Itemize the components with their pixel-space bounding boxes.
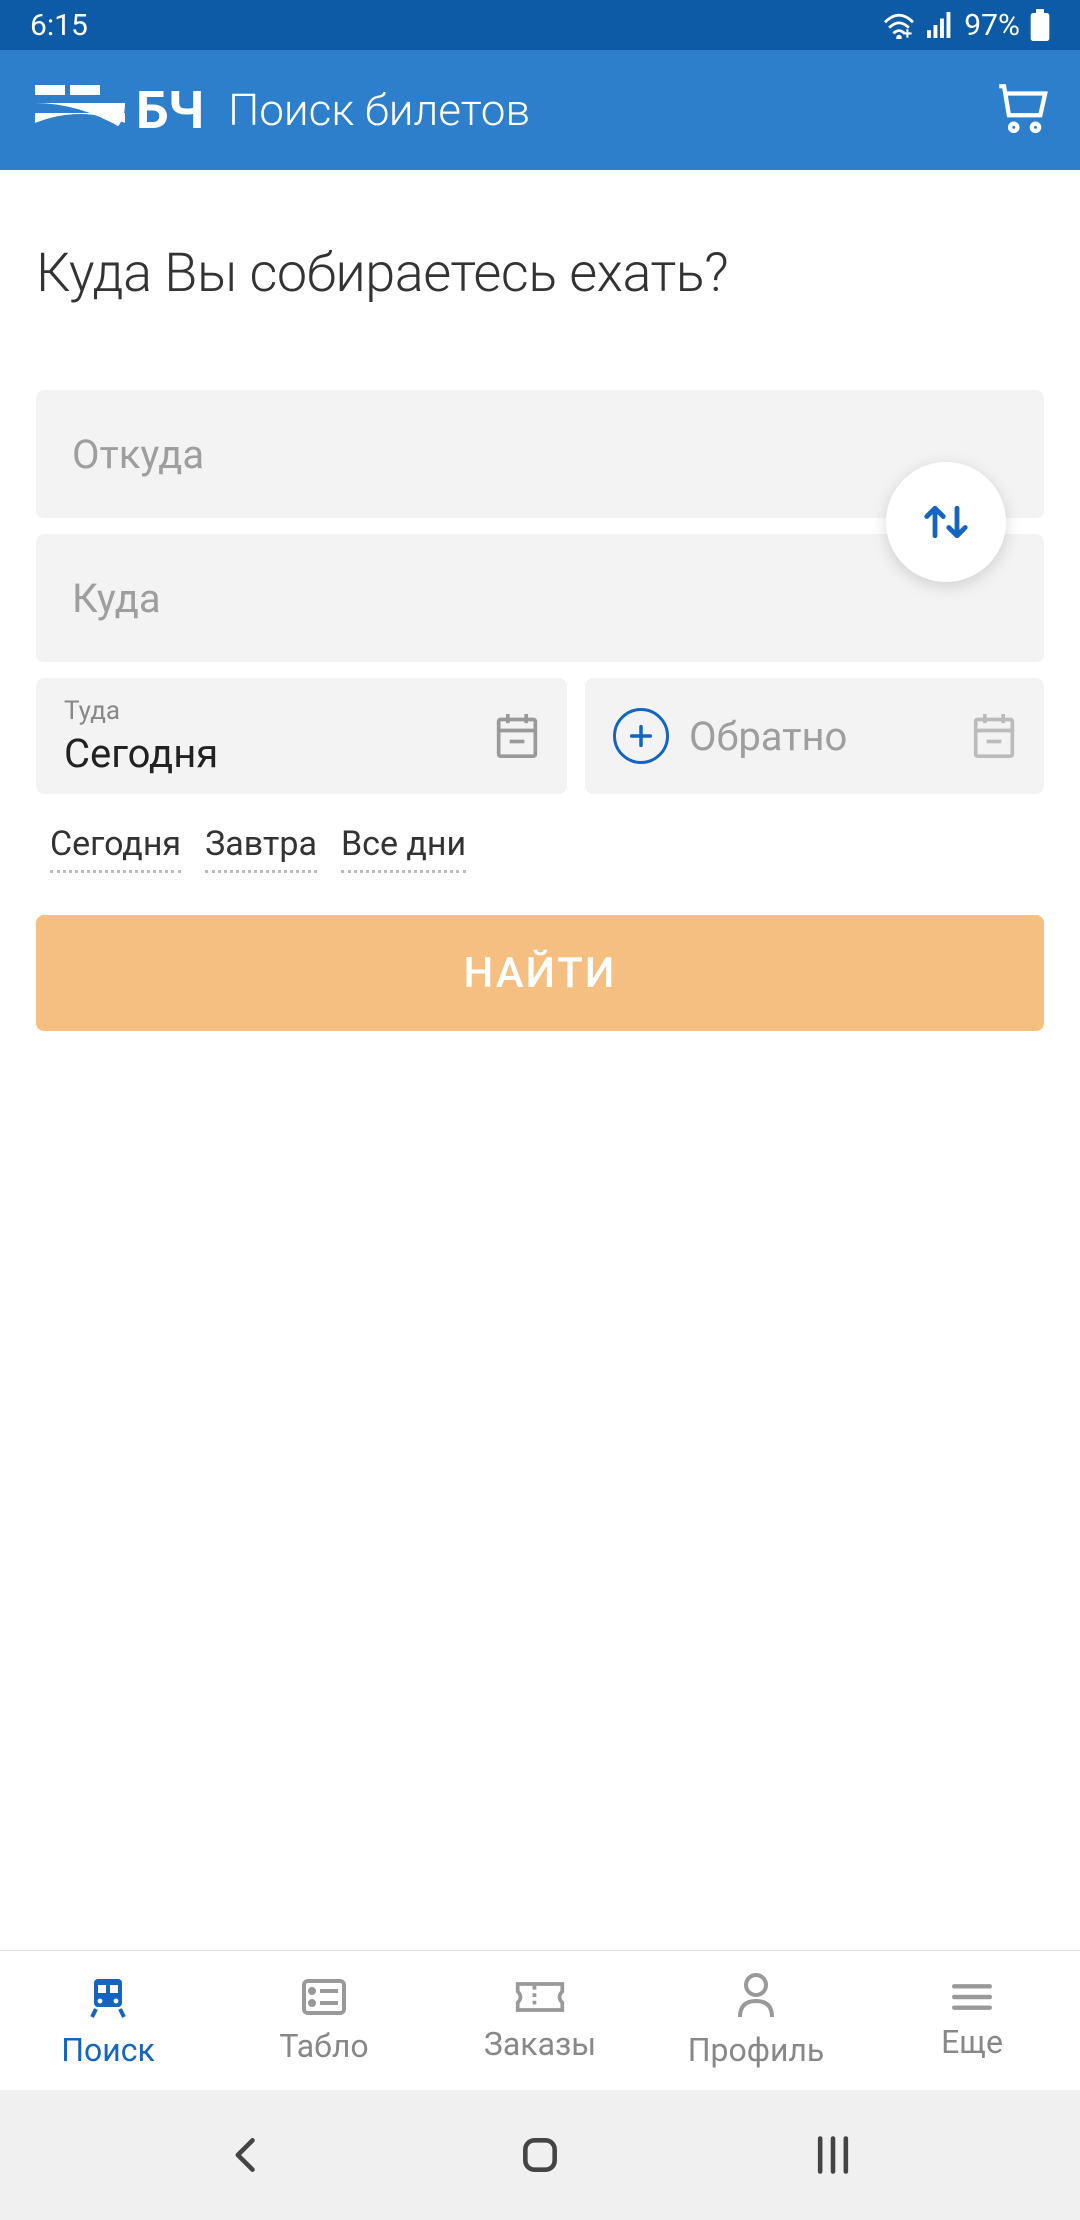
quick-date-tomorrow[interactable]: Завтра	[205, 824, 317, 873]
recents-button[interactable]	[811, 2133, 855, 2177]
back-button[interactable]	[225, 2133, 269, 2177]
nav-label-board: Табло	[279, 2027, 368, 2065]
page-heading: Куда Вы собираетесь ехать?	[36, 242, 1044, 305]
status-bar: 6:15 97%	[0, 0, 1080, 50]
system-nav	[0, 2090, 1080, 2220]
add-return-icon	[613, 708, 669, 764]
wifi-icon	[882, 11, 916, 39]
app-header: БЧ Поиск билетов	[0, 50, 1080, 170]
depart-value: Сегодня	[64, 730, 218, 777]
nav-label-search: Поиск	[61, 2031, 155, 2069]
quick-dates: Сегодня Завтра Все дни	[36, 824, 1044, 873]
main-content: Куда Вы собираетесь ехать? Откуда Куда Т…	[0, 170, 1080, 1950]
railway-logo-icon	[30, 75, 130, 145]
to-input[interactable]: Куда	[36, 534, 1044, 662]
app-logo: БЧ	[30, 75, 204, 145]
ticket-icon	[514, 1979, 566, 2015]
date-row: Туда Сегодня Обратно	[36, 678, 1044, 794]
profile-icon	[736, 1973, 776, 2021]
quick-date-today[interactable]: Сегодня	[50, 824, 181, 873]
menu-icon	[950, 1981, 994, 2013]
board-icon	[300, 1977, 348, 2017]
cart-icon	[992, 79, 1050, 137]
logo-text: БЧ	[136, 80, 204, 141]
search-button[interactable]: НАЙТИ	[36, 915, 1044, 1031]
header-title: Поиск билетов	[228, 84, 530, 136]
battery-icon	[1030, 9, 1050, 41]
status-indicators: 97%	[882, 8, 1050, 43]
nav-label-more: Еще	[941, 2023, 1003, 2061]
nav-label-orders: Заказы	[484, 2025, 596, 2063]
from-placeholder: Откуда	[72, 431, 204, 478]
calendar-icon	[972, 712, 1016, 760]
depart-date-picker[interactable]: Туда Сегодня	[36, 678, 567, 794]
status-time: 6:15	[30, 8, 88, 43]
return-date-picker[interactable]: Обратно	[585, 678, 1044, 794]
nav-profile[interactable]: Профиль	[648, 1951, 864, 2090]
nav-orders[interactable]: Заказы	[432, 1951, 648, 2090]
nav-search[interactable]: Поиск	[0, 1951, 216, 2090]
cart-button[interactable]	[992, 79, 1050, 141]
calendar-icon	[495, 712, 539, 760]
location-inputs-group: Откуда Куда	[36, 390, 1044, 662]
quick-date-all[interactable]: Все дни	[341, 824, 466, 873]
battery-percent: 97%	[964, 8, 1020, 43]
swap-button[interactable]	[886, 462, 1006, 582]
nav-board[interactable]: Табло	[216, 1951, 432, 2090]
signal-icon	[926, 12, 954, 38]
depart-label: Туда	[64, 696, 120, 726]
search-button-label: НАЙТИ	[464, 949, 617, 998]
home-button[interactable]	[518, 2133, 562, 2177]
to-placeholder: Куда	[72, 575, 161, 622]
bottom-nav: Поиск Табло Заказы Профиль Еще	[0, 1950, 1080, 2090]
return-placeholder: Обратно	[689, 713, 847, 760]
swap-icon	[918, 500, 974, 544]
nav-label-profile: Профиль	[688, 2031, 825, 2069]
nav-more[interactable]: Еще	[864, 1951, 1080, 2090]
train-icon	[84, 1973, 132, 2021]
